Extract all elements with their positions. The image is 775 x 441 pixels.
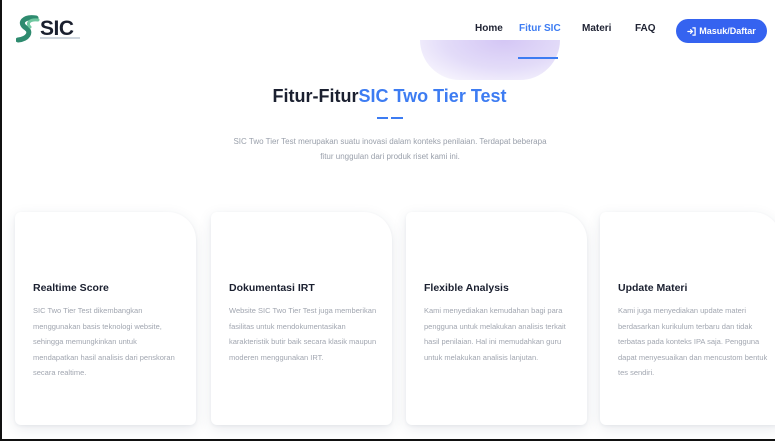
section-title-accent: SIC Two Tier Test [358, 86, 507, 106]
feature-card-title: Realtime Score [33, 282, 109, 294]
feature-card-title: Flexible Analysis [424, 282, 509, 294]
feature-card-text: Kami menyediakan kemudahan bagi para pen… [424, 306, 566, 362]
feature-card-realtime-score: Realtime Score SIC Two Tier Test dikemba… [15, 212, 196, 425]
nav-active-indicator [518, 57, 558, 59]
feature-card-flexible-analysis: Flexible Analysis Kami menyediakan kemud… [406, 212, 587, 425]
sign-in-icon [687, 26, 696, 36]
nav-materi[interactable]: Materi [582, 23, 611, 34]
sic-logo[interactable]: SIC [16, 15, 86, 45]
nav-faq[interactable]: FAQ [635, 23, 656, 34]
feature-card-text: Website SIC Two Tier Test juga memberika… [229, 306, 377, 362]
nav-fitur-sic[interactable]: Fitur SIC [519, 23, 561, 34]
feature-card-title: Update Materi [618, 282, 688, 294]
page-frame: SIC Home Fitur SIC Materi FAQ Masuk/Daft… [0, 0, 775, 441]
logo-tagline [40, 37, 80, 39]
login-register-label: Masuk/Daftar [699, 26, 756, 36]
section-description: SIC Two Tier Test merupakan suatu inovas… [233, 137, 547, 161]
decorative-blob [420, 40, 560, 80]
nav-home[interactable]: Home [475, 23, 503, 34]
feature-card-update-materi: Update Materi Kami juga menyediakan upda… [600, 212, 775, 425]
title-divider [377, 117, 403, 119]
section-title-prefix: Fitur-Fitur [272, 86, 359, 106]
logo-swoosh-icon [16, 15, 40, 43]
top-navbar: SIC Home Fitur SIC Materi FAQ Masuk/Daft… [2, 0, 775, 80]
login-register-button[interactable]: Masuk/Daftar [676, 19, 767, 43]
feature-card-title: Dokumentasi IRT [229, 282, 315, 294]
section-title: Fitur-FiturSIC Two Tier Test [2, 86, 775, 107]
feature-card-dokumentasi-irt: Dokumentasi IRT Website SIC Two Tier Tes… [211, 212, 392, 425]
feature-card-text: Kami juga menyediakan update materi berd… [618, 306, 768, 377]
feature-card-text: SIC Two Tier Test dikembangkan menggunak… [33, 306, 175, 377]
